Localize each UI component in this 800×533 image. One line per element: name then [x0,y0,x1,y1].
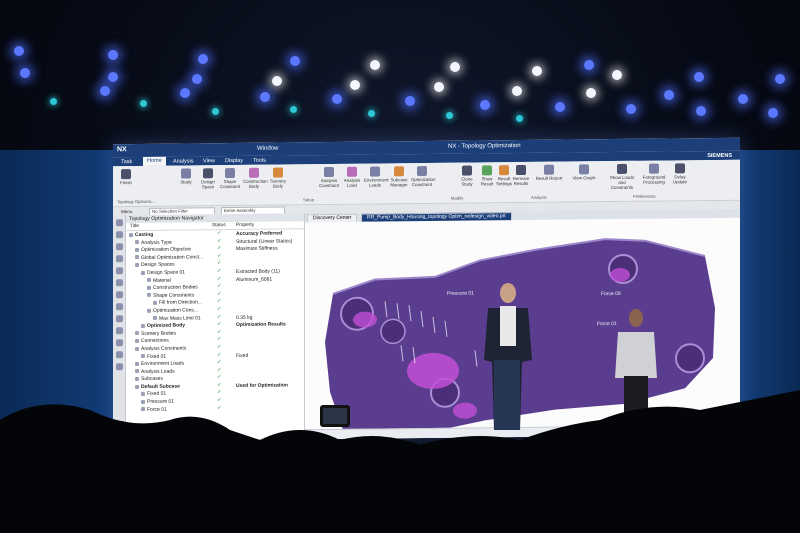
stage-people [0,283,800,533]
phone-screen [323,408,347,424]
audience-silhouettes [0,390,800,533]
presenter-left [484,283,532,430]
